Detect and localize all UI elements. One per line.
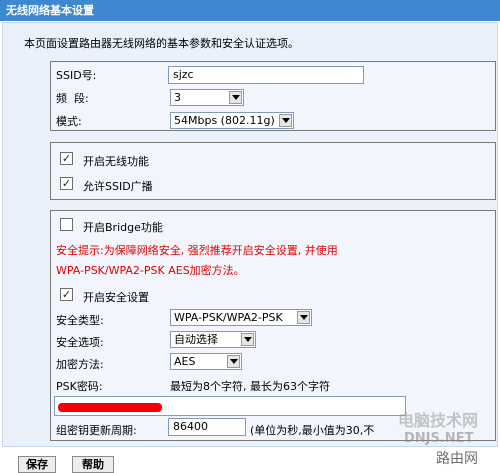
save-button[interactable]: 保存	[18, 456, 56, 473]
psk-label: PSK密码:	[56, 380, 103, 393]
encryption-value: AES	[174, 355, 196, 368]
chevron-down-icon	[241, 333, 254, 346]
redaction-mark	[58, 403, 162, 412]
security-warning-line2: WPA-PSK/WPA2-PSK AES加密方法。	[56, 264, 245, 277]
security-warning-line1: 安全提示:为保障网络安全, 强烈推荐开启安全设置, 并使用	[56, 244, 338, 257]
checkmark-icon: ✓	[61, 152, 72, 165]
channel-label: 频 段:	[56, 92, 89, 105]
mode-select-value: 54Mbps (802.11g)	[174, 114, 275, 127]
rekey-period-hint: (单位为秒,最小值为30,不	[250, 424, 375, 437]
mode-select[interactable]: 54Mbps (802.11g)	[170, 112, 294, 129]
chevron-down-icon	[229, 91, 242, 104]
security-option-select[interactable]: 自动选择	[170, 331, 256, 348]
bridge-label: 开启Bridge功能	[83, 221, 163, 234]
enable-security-checkbox[interactable]: ✓	[60, 288, 73, 301]
bridge-checkbox[interactable]	[60, 218, 73, 231]
rekey-period-input[interactable]: 86400	[168, 418, 246, 436]
encryption-select[interactable]: AES	[170, 353, 242, 370]
channel-select[interactable]: 3	[170, 89, 244, 106]
intro-text: 本页面设置路由器无线网络的基本参数和安全认证选项。	[24, 37, 299, 50]
checkmark-icon: ✓	[61, 177, 72, 190]
mode-label: 模式:	[56, 115, 82, 128]
ssid-broadcast-label: 允许SSID广播	[83, 180, 153, 193]
ssid-input[interactable]: sjzc	[168, 66, 364, 84]
security-type-select[interactable]: WPA-PSK/WPA2-PSK	[170, 309, 312, 326]
security-type-label: 安全类型:	[56, 314, 104, 327]
help-button[interactable]: 帮助	[72, 456, 114, 473]
psk-hint: 最短为8个字符, 最长为63个字符	[170, 380, 330, 393]
chevron-down-icon	[279, 114, 292, 127]
channel-select-value: 3	[174, 91, 181, 104]
security-type-value: WPA-PSK/WPA2-PSK	[174, 311, 283, 324]
enable-security-label: 开启安全设置	[83, 291, 149, 304]
encryption-label: 加密方法:	[56, 358, 104, 371]
chevron-down-icon	[227, 355, 240, 368]
watermark-line3: 路由网	[436, 451, 478, 467]
enable-wireless-label: 开启无线功能	[83, 155, 149, 168]
enable-wireless-checkbox[interactable]: ✓	[60, 152, 73, 165]
watermark-line1: 电脑技术网	[398, 411, 479, 430]
chevron-down-icon	[297, 311, 310, 324]
checkmark-icon: ✓	[61, 288, 72, 301]
security-option-label: 安全选项:	[56, 336, 104, 349]
ssid-broadcast-checkbox[interactable]: ✓	[60, 177, 73, 190]
watermark-line2: DNJS.NET	[404, 431, 474, 446]
rekey-period-label: 组密钥更新周期:	[56, 424, 137, 437]
ssid-label: SSID号:	[56, 69, 97, 82]
page-title: 无线网络基本设置	[0, 0, 500, 21]
security-option-value: 自动选择	[174, 333, 218, 346]
